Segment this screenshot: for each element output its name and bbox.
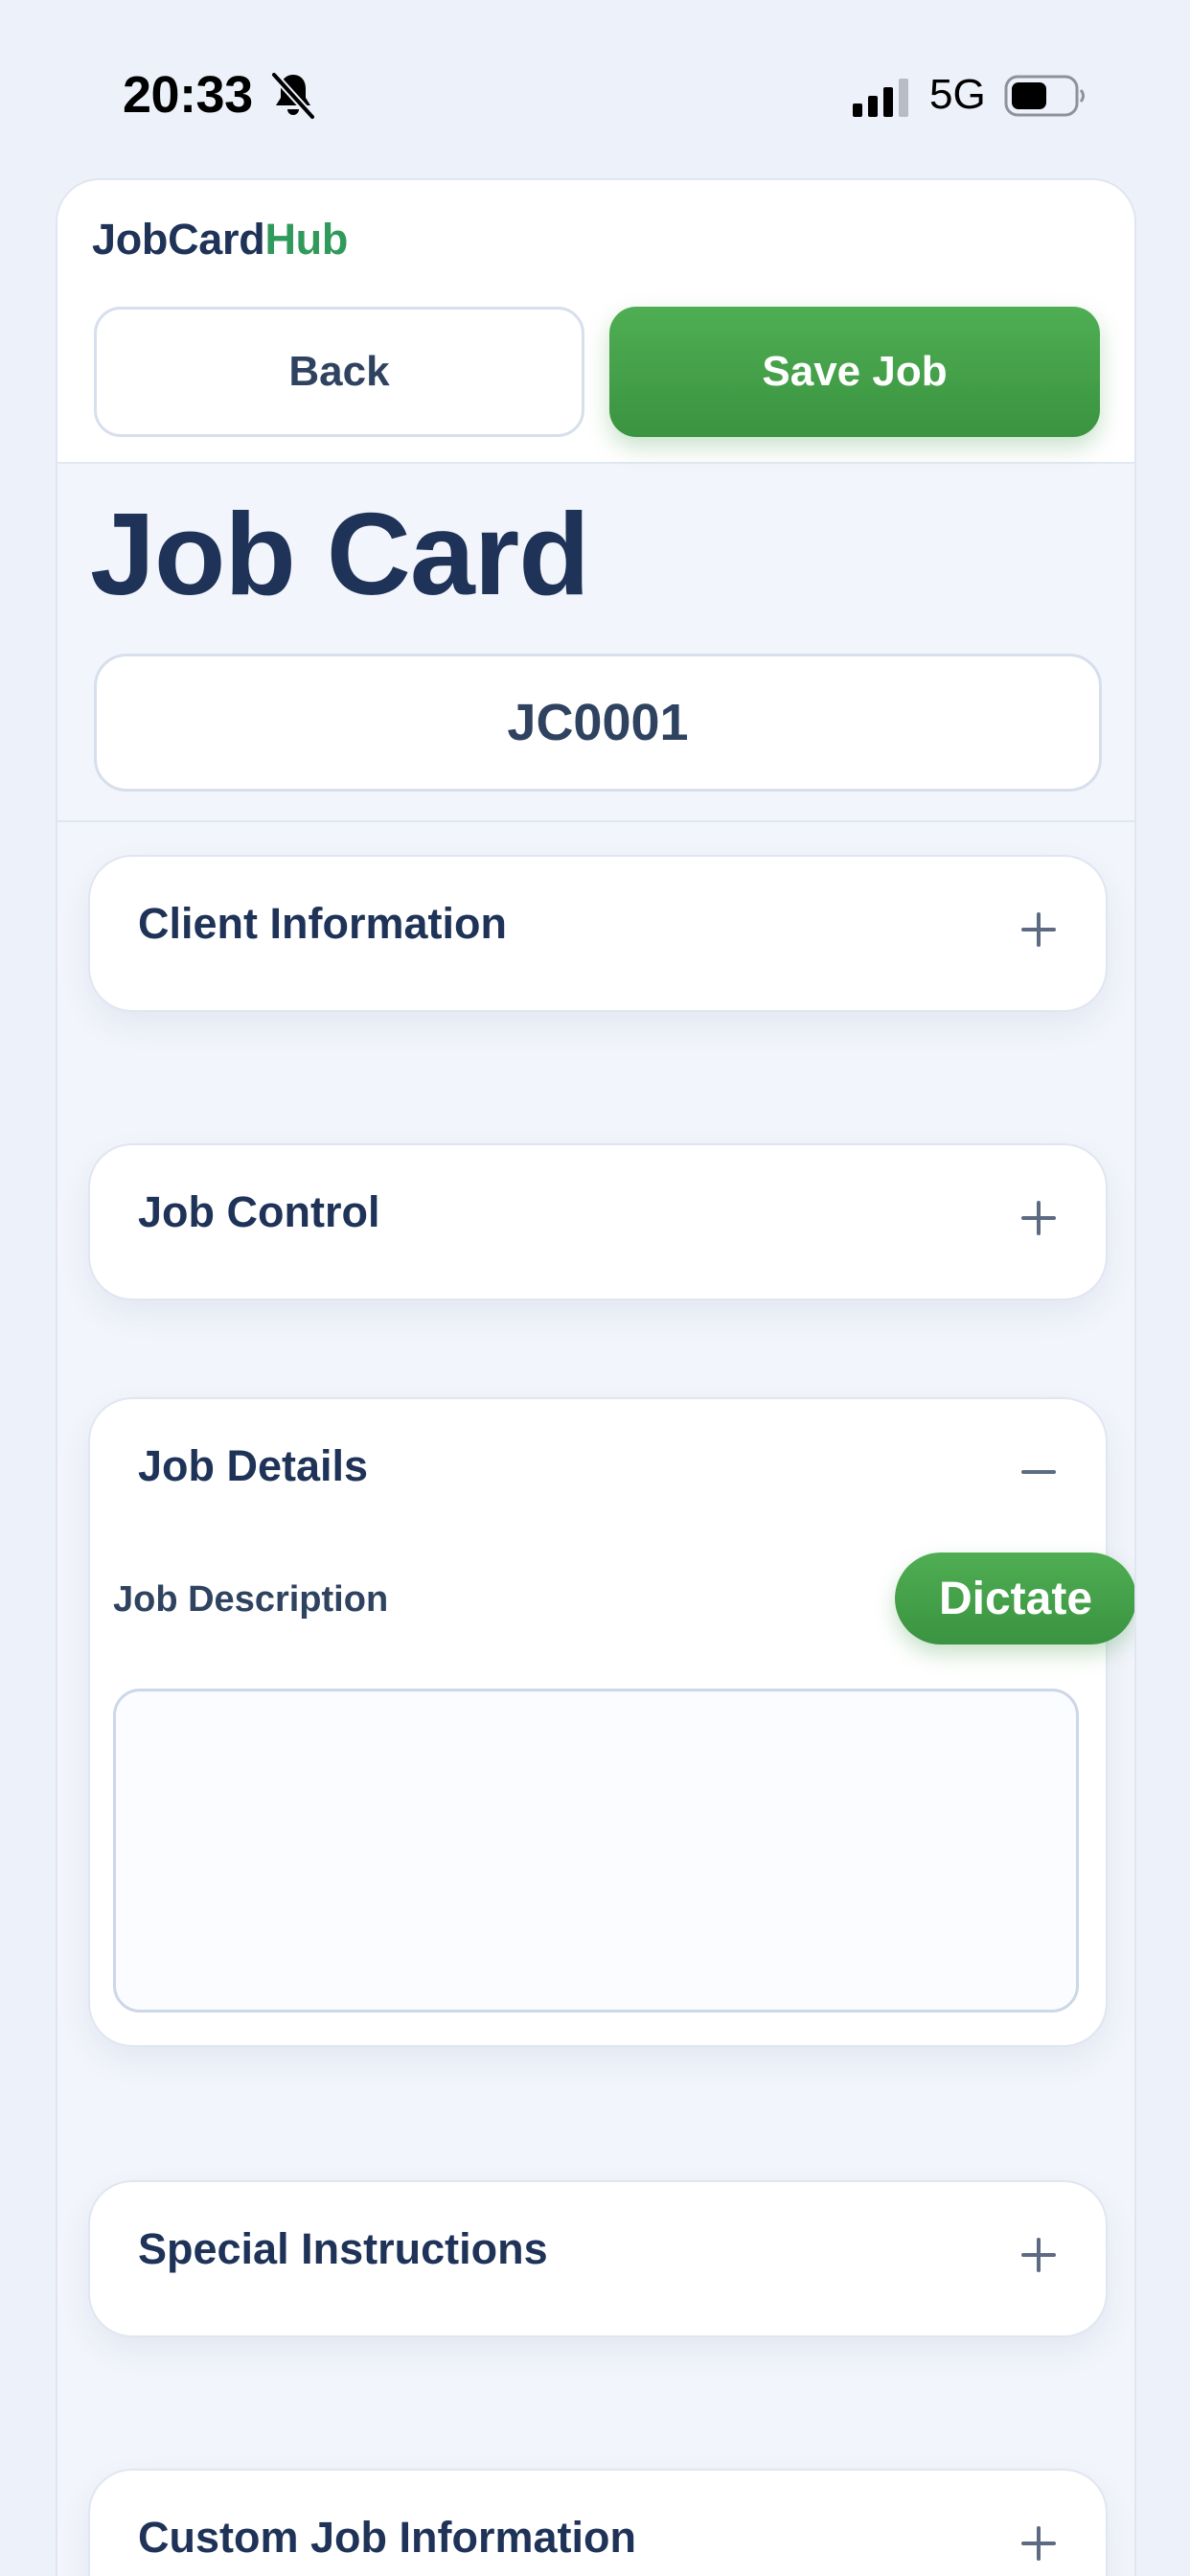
expand-plus-icon[interactable]	[1019, 1199, 1058, 1237]
section-job-details: Job Details Job Description Dictate	[88, 1397, 1134, 2047]
save-job-button[interactable]: Save Job	[609, 307, 1100, 437]
section-special-instructions: Special Instructions	[88, 2180, 1108, 2337]
signal-icon	[853, 79, 908, 117]
app-header: JobCardHub Back Save Job	[57, 180, 1134, 464]
brand-name-part1: JobCard	[92, 215, 265, 264]
expand-plus-icon[interactable]	[1019, 910, 1058, 949]
section-job-control: Job Control	[88, 1143, 1108, 1300]
section-title[interactable]: Special Instructions	[138, 2224, 548, 2274]
bell-slash-icon	[271, 72, 315, 120]
status-bar: 20:33 5G	[0, 0, 1190, 172]
back-button[interactable]: Back	[94, 307, 584, 437]
dictate-button[interactable]: Dictate	[895, 1552, 1134, 1644]
section-client-information: Client Information	[88, 855, 1108, 1012]
app-container: JobCardHub Back Save Job Job Card JC0001…	[56, 178, 1136, 2576]
brand-name-part2: Hub	[264, 215, 349, 264]
job-id-field: JC0001	[94, 654, 1102, 792]
page-title: Job Card	[90, 489, 590, 619]
job-description-label: Job Description	[113, 1579, 389, 1620]
network-label: 5G	[929, 71, 986, 118]
section-custom-job-information: Custom Job Information	[88, 2469, 1108, 2576]
collapse-minus-icon[interactable]	[1019, 1453, 1058, 1491]
section-title[interactable]: Client Information	[138, 899, 507, 949]
expand-plus-icon[interactable]	[1019, 2524, 1058, 2563]
section-title[interactable]: Job Details	[138, 1441, 368, 1491]
battery-icon	[1004, 75, 1085, 117]
status-time: 20:33	[123, 66, 253, 124]
expand-plus-icon[interactable]	[1019, 2236, 1058, 2274]
section-title[interactable]: Custom Job Information	[138, 2513, 636, 2563]
job-description-input[interactable]	[113, 1689, 1079, 2012]
brand-logo: JobCardHub	[92, 215, 348, 264]
section-title[interactable]: Job Control	[138, 1187, 379, 1237]
divider	[57, 820, 1134, 822]
